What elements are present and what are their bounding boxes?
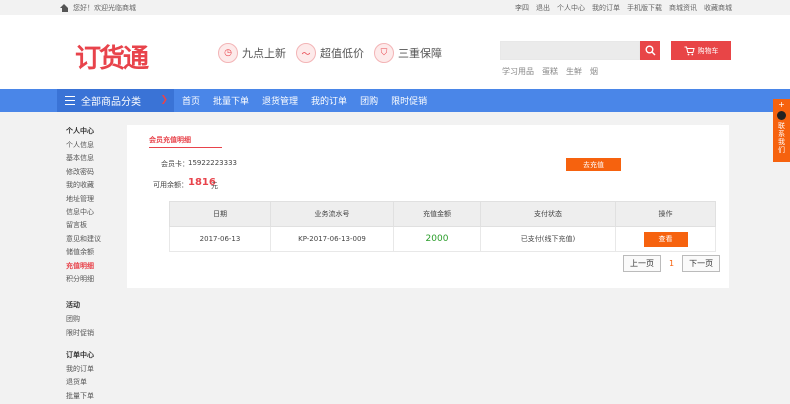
cell-action: 查看	[615, 226, 716, 252]
promo-label: 超值低价	[320, 47, 364, 60]
balance-label: 可用余额：	[153, 181, 188, 189]
shield-icon: ⛉	[374, 43, 394, 63]
sidebar-item-return-orders[interactable]: 退货单	[66, 377, 101, 390]
sidebar-item-points-detail[interactable]: 积分明细	[66, 274, 101, 287]
prev-page-button[interactable]: 上一页	[623, 255, 661, 272]
cell-amount: 2000	[393, 226, 481, 252]
sidebar-item-my-orders[interactable]: 我的订单	[66, 364, 101, 377]
plus-icon: +	[778, 100, 785, 109]
sidebar-item-messages[interactable]: 信息中心	[66, 207, 101, 220]
search-bar	[500, 41, 660, 60]
cart-icon	[684, 46, 695, 55]
promo-label: 三重保障	[398, 47, 442, 60]
sidebar-section-title: 订单中心	[66, 351, 94, 360]
sidebar-item-feedback[interactable]: 意见和建议	[66, 234, 101, 247]
top-bar: 您好！欢迎光临商城 李四 退出 个人中心 我的订单 手机版下载 商城资讯 收藏商…	[0, 0, 790, 15]
column-header-status: 支付状态	[480, 201, 616, 227]
nav-home[interactable]: 首页	[182, 94, 200, 107]
promo-guarantee: ⛉ 三重保障	[374, 43, 442, 63]
cell-date: 2017-06-13	[169, 226, 271, 252]
mobile-download-link[interactable]: 手机版下载	[627, 3, 662, 13]
nav-group-buy[interactable]: 团购	[360, 94, 378, 107]
nav-returns[interactable]: 退货管理	[262, 94, 298, 107]
qq-icon	[777, 111, 786, 120]
personal-center-link[interactable]: 个人中心	[557, 3, 585, 13]
home-icon[interactable]	[60, 3, 69, 13]
sidebar-item-change-password[interactable]: 修改密码	[66, 167, 101, 180]
sidebar-item-flash-sale[interactable]: 限时促销	[66, 328, 101, 341]
main-nav: 全部商品分类 ❯ 首页 批量下单 退货管理 我的订单 团购 限时促销	[0, 89, 790, 112]
card-label: 会员卡：	[161, 160, 189, 168]
recharge-detail-panel: 会员充值明细 会员卡： 15922223333 去充值 可用余额： 1816 元…	[127, 125, 729, 288]
column-header-amount: 充值金额	[393, 201, 481, 227]
cell-status: 已支付(线下充值)	[480, 226, 616, 252]
sidebar-item-stored-balance[interactable]: 储值余额	[66, 247, 101, 260]
logo[interactable]: 订货通	[75, 38, 149, 75]
sidebar: 个人中心 个人信息 基本信息 修改密码 我的收藏 地址管理 信息中心 留言板 意…	[66, 126, 101, 404]
sidebar-item-address[interactable]: 地址管理	[66, 194, 101, 207]
sidebar-item-bulk-order[interactable]: 批量下单	[66, 391, 101, 404]
chevron-down-icon: ❯	[160, 95, 168, 105]
menu-icon	[65, 96, 75, 105]
sidebar-item-message-board[interactable]: 留言板	[66, 220, 101, 233]
sidebar-item-recharge-detail[interactable]: 充值明细	[66, 261, 101, 274]
pagination: 上一页 1 下一页	[623, 255, 721, 272]
cart-button[interactable]: 购物车	[671, 41, 731, 60]
promo-label: 九点上新	[242, 47, 286, 60]
contact-us-float[interactable]: + 联系我们	[773, 99, 790, 162]
recharge-button[interactable]: 去充值	[566, 158, 621, 171]
hotword-link[interactable]: 学习用品	[502, 66, 534, 77]
bookmark-link[interactable]: 收藏商城	[704, 3, 732, 13]
categories-label: 全部商品分类	[81, 97, 141, 108]
hotword-link[interactable]: 烟	[590, 66, 598, 77]
greeting-text: 您好！欢迎光临商城	[73, 4, 136, 12]
user-name-link[interactable]: 李四	[515, 3, 529, 13]
nav-bulk-order[interactable]: 批量下单	[213, 94, 249, 107]
sidebar-section-title: 个人中心	[66, 127, 94, 135]
page-title: 会员充值明细	[149, 136, 191, 144]
nav-my-orders[interactable]: 我的订单	[311, 94, 347, 107]
price-icon: 〜	[296, 43, 316, 63]
search-input[interactable]	[500, 41, 640, 60]
cart-label: 购物车	[697, 46, 719, 55]
column-header-action: 操作	[615, 201, 716, 227]
top-links: 李四 退出 个人中心 我的订单 手机版下载 商城资讯 收藏商城	[515, 3, 732, 13]
hot-search-words: 学习用品 蛋糕 生鲜 烟	[502, 66, 598, 77]
view-button[interactable]: 查看	[643, 231, 688, 247]
promo-low-price: 〜 超值低价	[296, 43, 364, 63]
title-underline	[149, 147, 222, 148]
all-categories-button[interactable]: 全部商品分类 ❯	[57, 89, 174, 112]
sidebar-item-personal-info[interactable]: 个人信息	[66, 140, 101, 153]
sidebar-item-group-buy[interactable]: 团购	[66, 314, 101, 327]
next-page-button[interactable]: 下一页	[682, 255, 721, 272]
clock-icon: ◷	[218, 43, 238, 63]
column-header-date: 日期	[169, 201, 271, 227]
sidebar-item-basic-info[interactable]: 基本信息	[66, 153, 101, 166]
card-number: 15922223333	[188, 159, 237, 167]
table-row: 2017-06-13 KP-2017-06-13-009 2000 已支付(线下…	[169, 226, 716, 252]
header: 订货通 ◷ 九点上新 〜 超值低价 ⛉ 三重保障 购物车 学习用品 蛋糕 生鲜 …	[0, 15, 790, 89]
balance-unit: 元	[211, 182, 218, 190]
hotword-link[interactable]: 生鲜	[566, 66, 582, 77]
current-page[interactable]: 1	[669, 259, 674, 268]
search-icon	[645, 45, 655, 56]
mall-news-link[interactable]: 商城资讯	[669, 3, 697, 13]
recharge-table: 日期 业务流水号 充值金额 支付状态 操作 2017-06-13 KP-2017…	[169, 201, 716, 252]
promo-new-arrivals: ◷ 九点上新	[218, 43, 286, 63]
my-orders-link[interactable]: 我的订单	[592, 3, 620, 13]
column-header-serial: 业务流水号	[270, 201, 394, 227]
hotword-link[interactable]: 蛋糕	[542, 66, 558, 77]
sidebar-item-favorites[interactable]: 我的收藏	[66, 180, 101, 193]
logout-link[interactable]: 退出	[536, 3, 550, 13]
nav-flash-sale[interactable]: 限时促销	[391, 94, 427, 107]
contact-us-label: 联系我们	[777, 122, 786, 154]
search-button[interactable]	[640, 41, 660, 60]
sidebar-section-title: 活动	[66, 301, 80, 310]
cell-serial: KP-2017-06-13-009	[270, 226, 394, 252]
table-header-row: 日期 业务流水号 充值金额 支付状态 操作	[169, 201, 716, 227]
